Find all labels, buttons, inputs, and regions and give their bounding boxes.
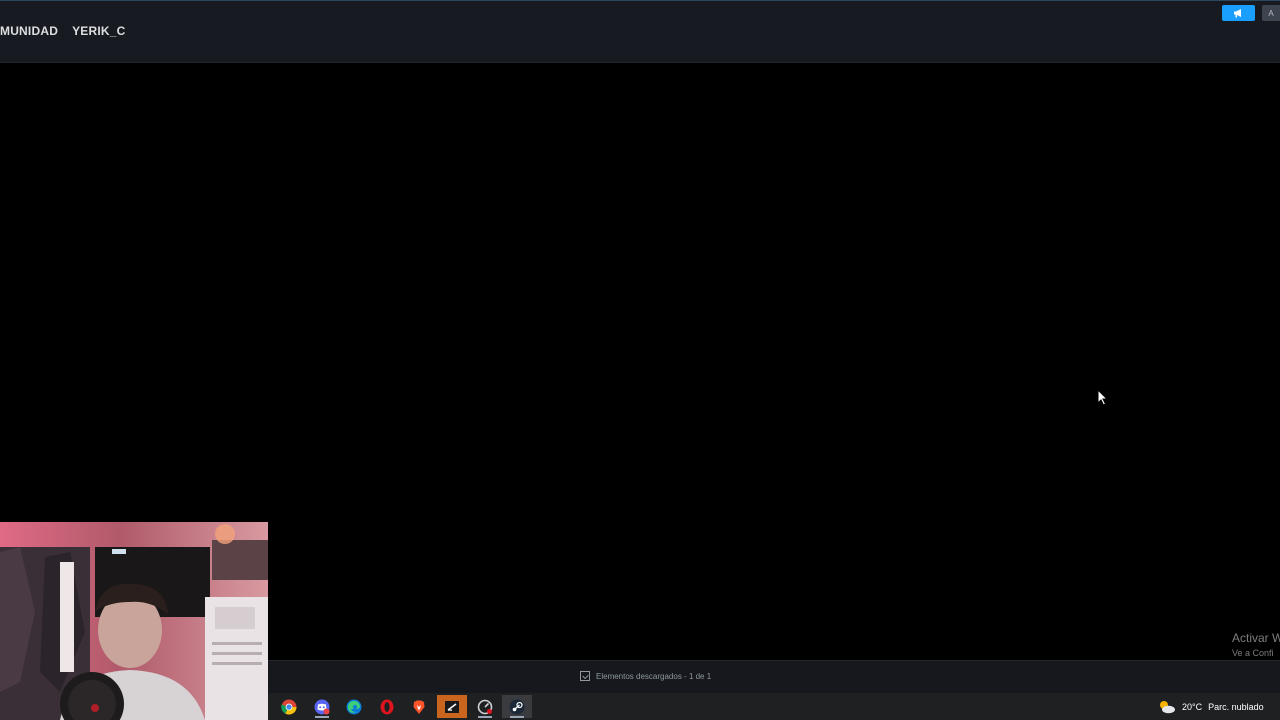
steam-taskbar-button[interactable]	[502, 695, 532, 718]
watermark-title: Activar W	[1232, 631, 1280, 645]
discord-icon	[314, 699, 330, 714]
brave-taskbar-button[interactable]	[404, 695, 434, 718]
temperature-text: 20°C	[1182, 701, 1203, 712]
nav-username[interactable]: YERIK_C	[72, 24, 125, 38]
download-icon	[580, 671, 590, 681]
speedtest-running-indicator	[478, 716, 492, 718]
nav-community[interactable]: MUNIDAD	[0, 24, 58, 38]
webcam-feed-image	[0, 522, 268, 720]
watermark-subtitle: Ve a Confi	[1232, 648, 1274, 658]
steam-running-indicator	[510, 716, 524, 718]
partly-cloudy-icon	[1160, 700, 1175, 713]
editor-taskbar-button[interactable]	[437, 695, 467, 718]
chrome-taskbar-button[interactable]	[274, 695, 304, 718]
weather-widget[interactable]: 20°C Parc. nublado	[1158, 693, 1264, 720]
speedtest-icon	[477, 699, 493, 714]
notifications-button[interactable]: A	[1262, 5, 1280, 21]
edge-taskbar-button[interactable]	[339, 695, 369, 718]
downloads-status[interactable]: Elementos descargados - 1 de 1	[580, 671, 711, 681]
brave-icon	[413, 700, 425, 714]
steam-header: MUNIDAD YERIK_C A	[0, 0, 1280, 63]
discord-running-indicator	[315, 716, 329, 718]
megaphone-icon	[1233, 9, 1241, 18]
announcements-button[interactable]	[1222, 5, 1255, 21]
opera-taskbar-button[interactable]	[372, 695, 402, 718]
main-nav: MUNIDAD YERIK_C	[0, 24, 125, 38]
mouse-cursor-icon	[1097, 389, 1109, 406]
discord-taskbar-button[interactable]	[307, 695, 337, 718]
steam-icon	[509, 699, 525, 714]
chrome-icon	[281, 699, 297, 715]
weather-condition-text: Parc. nublado	[1208, 701, 1264, 712]
speedtest-taskbar-button[interactable]	[470, 695, 500, 718]
webcam-overlay	[0, 522, 268, 720]
editor-icon	[445, 700, 459, 713]
opera-icon	[380, 699, 394, 714]
activation-watermark: Activar W Ve a Confi	[1232, 631, 1280, 660]
edge-icon	[346, 699, 362, 714]
downloads-status-text: Elementos descargados - 1 de 1	[596, 671, 712, 681]
header-top-line	[0, 0, 1280, 1]
